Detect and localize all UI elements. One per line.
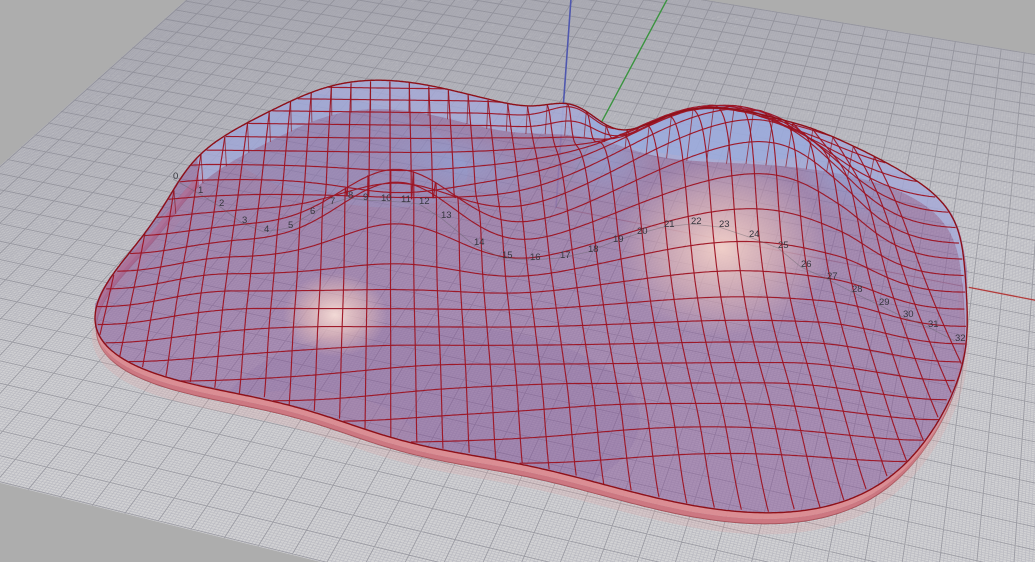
svg-text:31: 31 [928, 319, 939, 330]
svg-text:2: 2 [219, 198, 224, 209]
svg-text:13: 13 [441, 210, 452, 221]
svg-text:29: 29 [879, 297, 890, 308]
svg-text:4: 4 [264, 224, 269, 235]
svg-text:15: 15 [502, 250, 513, 261]
svg-text:26: 26 [801, 259, 812, 270]
svg-text:14: 14 [474, 237, 485, 248]
svg-text:25: 25 [778, 240, 789, 251]
svg-text:18: 18 [588, 244, 599, 255]
svg-text:8: 8 [348, 190, 353, 201]
svg-text:21: 21 [664, 219, 675, 230]
svg-text:6: 6 [310, 206, 315, 217]
svg-text:17: 17 [560, 250, 571, 261]
svg-text:1: 1 [198, 185, 203, 196]
svg-text:0: 0 [173, 171, 178, 182]
svg-text:16: 16 [530, 252, 541, 263]
svg-text:9: 9 [363, 192, 368, 203]
svg-text:19: 19 [613, 234, 624, 245]
svg-text:7: 7 [330, 196, 335, 207]
svg-text:27: 27 [827, 271, 838, 282]
svg-text:24: 24 [749, 229, 760, 240]
svg-text:32: 32 [955, 333, 966, 344]
svg-text:23: 23 [719, 219, 730, 230]
svg-text:11: 11 [401, 194, 411, 205]
svg-text:12: 12 [419, 196, 430, 207]
svg-text:10: 10 [381, 193, 392, 204]
svg-text:28: 28 [852, 284, 863, 295]
svg-text:5: 5 [288, 220, 293, 231]
svg-text:30: 30 [903, 309, 914, 320]
svg-text:22: 22 [691, 216, 702, 227]
svg-text:20: 20 [637, 226, 648, 237]
svg-text:3: 3 [242, 215, 247, 226]
